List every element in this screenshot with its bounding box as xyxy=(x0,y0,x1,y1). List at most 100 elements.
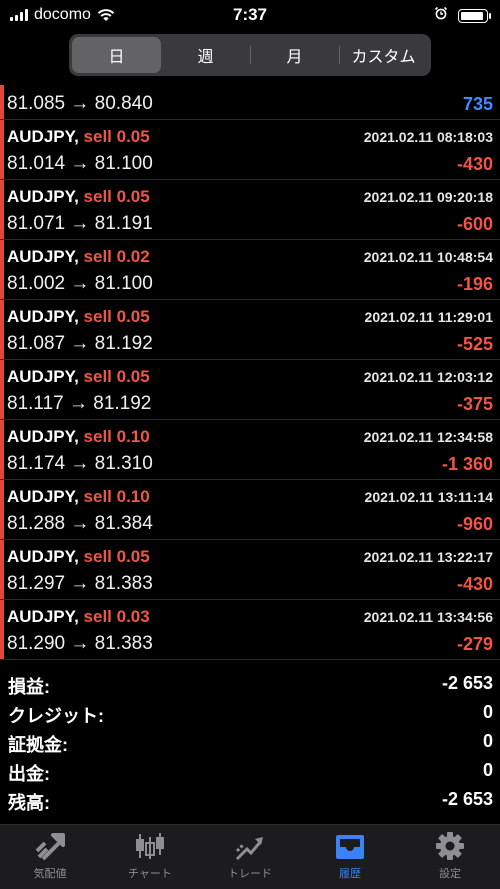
trade-date: 2021.02.11 13:34:56 xyxy=(363,609,493,625)
trade-profit: -279 xyxy=(456,634,493,654)
trade-prices: 81.117 → 81.192 xyxy=(7,393,152,414)
trade-side-volume: sell 0.05 xyxy=(83,127,150,146)
period-segmented-control: 日 週 月 カスタム xyxy=(69,34,431,76)
trade-date: 2021.02.11 12:34:58 xyxy=(363,429,493,445)
trade-row[interactable]: AUDJPY, sell 0.05 2021.02.11 08:18:03 81.0… xyxy=(0,120,500,180)
trade-date: 2021.02.11 08:18:03 xyxy=(363,129,493,145)
trade-profit: -600 xyxy=(456,214,493,234)
trade-title: AUDJPY, sell 0.03 xyxy=(7,607,150,627)
trade-title: AUDJPY, sell 0.10 xyxy=(7,427,150,447)
summary-row: 証拠金: 0 xyxy=(0,728,500,757)
status-right xyxy=(434,6,491,25)
clock: 7:37 xyxy=(232,5,268,24)
sell-indicator-bar xyxy=(0,540,4,599)
trade-side-volume: sell 0.10 xyxy=(83,487,150,506)
trade-date: 2021.02.11 11:29:01 xyxy=(364,309,493,325)
sell-indicator-bar xyxy=(0,85,4,119)
trade-prices: 81.290 → 81.383 xyxy=(7,633,153,654)
trade-title: AUDJPY, sell 0.02 xyxy=(7,247,150,267)
sell-indicator-bar xyxy=(0,480,4,539)
trade-row[interactable]: AUDJPY, sell 0.05 2021.02.11 13:22:17 81.2… xyxy=(0,540,500,600)
tab-chart-label: チャート xyxy=(128,868,172,880)
tab-settings[interactable]: 設定 xyxy=(400,825,500,889)
trade-title: AUDJPY, sell 0.05 xyxy=(7,127,150,147)
trade-profit: -960 xyxy=(456,514,493,534)
trade-profit: -525 xyxy=(456,334,493,354)
trade-profit: 735 xyxy=(462,94,493,114)
segment-week[interactable]: 週 xyxy=(161,37,250,73)
trade-date: 2021.02.11 10:48:54 xyxy=(363,249,493,265)
summary-value: 0 xyxy=(482,760,493,780)
trade-profit: -430 xyxy=(456,574,493,594)
trade-side-volume: sell 0.05 xyxy=(83,307,150,326)
trade-prices: 81.002 → 81.100 xyxy=(7,273,153,294)
summary-value: -2 653 xyxy=(441,673,493,693)
trade-symbol: AUDJPY, xyxy=(7,547,79,566)
trade-row[interactable]: AUDJPY, sell 0.10 2021.02.11 13:11:14 81.2… xyxy=(0,480,500,540)
trade-date: 2021.02.11 13:11:14 xyxy=(364,489,493,505)
trade-symbol: AUDJPY, xyxy=(7,247,79,266)
trade-prices: 81.174 → 81.310 xyxy=(7,453,153,474)
trade-row[interactable]: AUDJPY, sell 0.02 2021.02.11 10:48:54 81.0… xyxy=(0,240,500,300)
trade-row[interactable]: AUDJPY, sell 0.05 2021.02.11 12:03:12 81.1… xyxy=(0,360,500,420)
account-summary: 損益: -2 653 クレジット: 0 証拠金: 0 出金: 0 残高: -2 653 xyxy=(0,670,500,815)
segment-day[interactable]: 日 xyxy=(72,37,161,73)
trade-profit: -430 xyxy=(456,154,493,174)
sell-indicator-bar xyxy=(0,180,4,239)
tab-bar: 気配値 チャート トレード 履歴 設定 xyxy=(0,824,500,889)
trade-symbol: AUDJPY, xyxy=(7,307,79,326)
summary-label: 証拠金: xyxy=(8,735,68,755)
summary-value: -2 653 xyxy=(441,789,493,809)
trade-side-volume: sell 0.03 xyxy=(83,607,150,626)
trade-history-list[interactable]: 81.085 → 80.840 735 AUDJPY, sell 0.05 202… xyxy=(0,85,500,660)
summary-row: 損益: -2 653 xyxy=(0,670,500,699)
trade-date: 2021.02.11 09:20:18 xyxy=(363,189,493,205)
sell-indicator-bar xyxy=(0,300,4,359)
trade-row[interactable]: AUDJPY, sell 0.05 2021.02.11 11:29:01 81.0… xyxy=(0,300,500,360)
tab-history-label: 履歴 xyxy=(339,868,361,880)
tab-quotes[interactable]: 気配値 xyxy=(0,825,100,889)
trade-date: 2021.02.11 13:22:17 xyxy=(363,549,493,565)
tab-quotes-label: 気配値 xyxy=(33,868,67,880)
quotes-icon xyxy=(35,833,65,861)
tab-history[interactable]: 履歴 xyxy=(300,825,400,889)
trade-symbol: AUDJPY, xyxy=(7,127,79,146)
tab-chart[interactable]: チャート xyxy=(100,825,200,889)
summary-label: 損益: xyxy=(8,677,50,697)
trade-title: AUDJPY, sell 0.05 xyxy=(7,367,150,387)
summary-value: 0 xyxy=(482,702,493,722)
trade-side-volume: sell 0.05 xyxy=(83,367,150,386)
sell-indicator-bar xyxy=(0,420,4,479)
history-icon xyxy=(336,835,364,859)
trade-side-volume: sell 0.05 xyxy=(83,547,150,566)
trade-title: AUDJPY, sell 0.05 xyxy=(7,307,150,327)
trade-icon xyxy=(235,837,263,861)
status-bar: docomo 7:37 xyxy=(0,0,500,30)
trade-profit: -1 360 xyxy=(441,454,493,474)
trade-symbol: AUDJPY, xyxy=(7,367,79,386)
trade-row[interactable]: AUDJPY, sell 0.03 2021.02.11 13:34:56 81.2… xyxy=(0,600,500,660)
trade-prices: 81.288 → 81.384 xyxy=(7,513,153,534)
tab-settings-label: 設定 xyxy=(439,868,461,880)
summary-row: クレジット: 0 xyxy=(0,699,500,728)
chart-icon xyxy=(136,833,164,859)
tab-trade[interactable]: トレード xyxy=(200,825,300,889)
summary-label: 残高: xyxy=(8,793,50,813)
sell-indicator-bar xyxy=(0,600,4,659)
trade-row[interactable]: AUDJPY, sell 0.05 2021.02.11 09:20:18 81.0… xyxy=(0,180,500,240)
alarm-icon xyxy=(434,6,448,25)
sell-indicator-bar xyxy=(0,120,4,179)
trade-row[interactable]: AUDJPY, sell 0.10 2021.02.11 12:34:58 81.1… xyxy=(0,420,500,480)
trade-prices: 81.071 → 81.191 xyxy=(7,213,153,234)
trade-side-volume: sell 0.02 xyxy=(83,247,150,266)
trade-row-partial[interactable]: 81.085 → 80.840 735 xyxy=(0,85,500,120)
segment-month[interactable]: 月 xyxy=(250,37,339,73)
trade-prices: 81.014 → 81.100 xyxy=(7,153,153,174)
segment-custom[interactable]: カスタム xyxy=(339,37,428,73)
trade-side-volume: sell 0.05 xyxy=(83,187,150,206)
trade-prices: 81.085 → 80.840 xyxy=(7,93,153,114)
summary-row: 残高: -2 653 xyxy=(0,786,500,815)
tab-trade-label: トレード xyxy=(228,868,272,880)
trade-prices: 81.297 → 81.383 xyxy=(7,573,153,594)
sell-indicator-bar xyxy=(0,240,4,299)
